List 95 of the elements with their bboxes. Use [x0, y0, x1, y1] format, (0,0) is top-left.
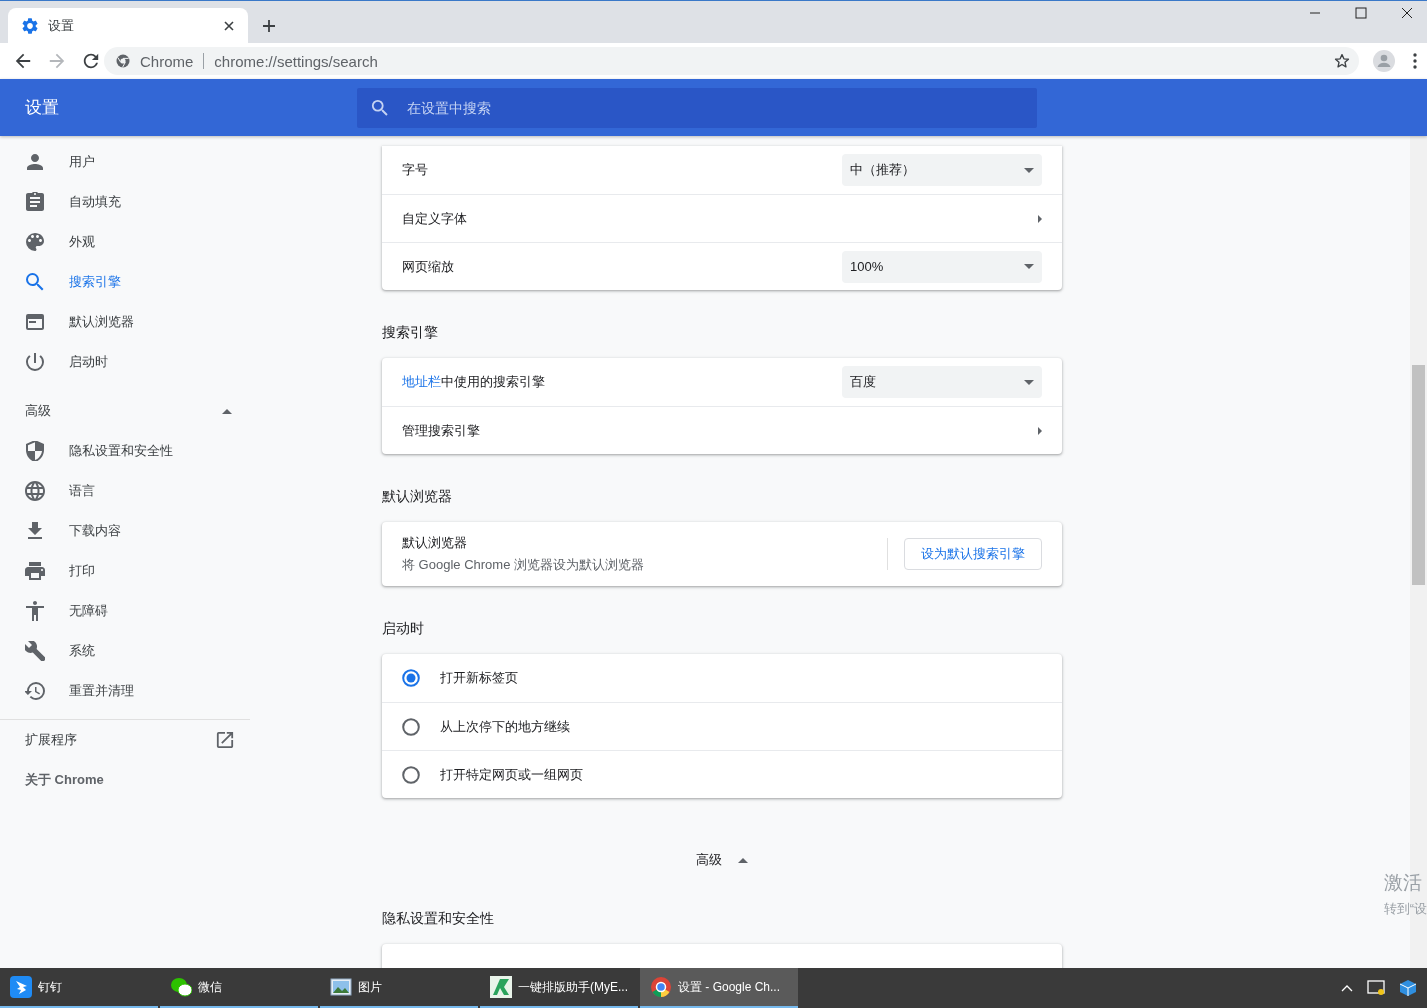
- settings-row[interactable]: 自定义字体: [382, 194, 1062, 242]
- dropdown[interactable]: 百度: [842, 366, 1042, 398]
- link[interactable]: 地址栏: [402, 374, 441, 389]
- person-icon: [25, 152, 45, 172]
- dropdown[interactable]: 100%: [842, 250, 1042, 283]
- reload-icon[interactable]: [82, 52, 100, 70]
- url-text: chrome://settings/search: [214, 52, 379, 70]
- back-arrow-icon[interactable]: [14, 52, 32, 70]
- wrench-icon: [25, 641, 45, 661]
- nav-item[interactable]: 重置并清理: [0, 671, 250, 711]
- taskbar-item[interactable]: 钉钉: [0, 968, 158, 1008]
- accessibility-icon: [25, 601, 45, 621]
- chat-bubbles-icon: [170, 976, 192, 998]
- landscape-icon: [330, 976, 352, 998]
- dropdown-arrow-icon: [1024, 167, 1034, 173]
- caret-icon: [222, 408, 232, 414]
- advanced-toggle[interactable]: 高级: [696, 851, 748, 869]
- nav-item[interactable]: 自动填充: [0, 182, 250, 222]
- maximize-icon[interactable]: [1355, 7, 1367, 19]
- settings-row[interactable]: 管理搜索引擎: [382, 406, 1062, 454]
- dropdown-arrow-icon: [1024, 379, 1034, 385]
- nav-item[interactable]: 外观: [0, 222, 250, 262]
- close-icon[interactable]: [222, 18, 236, 33]
- section-title: 默认浏览器: [382, 487, 452, 506]
- radio-option[interactable]: 打开特定网页或一组网页: [382, 750, 1062, 798]
- search-icon: [371, 98, 389, 117]
- taskbar-item[interactable]: 一键排版助手(MyE...: [480, 968, 638, 1008]
- nav-item[interactable]: 默认浏览器: [0, 302, 250, 342]
- star-icon[interactable]: [1333, 52, 1351, 70]
- site-name: Chrome: [140, 52, 194, 70]
- shield-icon: [25, 441, 45, 461]
- section-title: 搜索引擎: [382, 323, 438, 342]
- advanced-toggle[interactable]: 高级: [0, 391, 250, 431]
- search-icon: [25, 272, 45, 292]
- chevron-up-icon[interactable]: [1341, 984, 1353, 992]
- palette-icon: [25, 232, 45, 252]
- setting-description: 将 Google Chrome 浏览器设为默认浏览器: [402, 556, 645, 574]
- search-input[interactable]: 在设置中搜索: [405, 98, 1023, 117]
- nav-item[interactable]: 搜索引擎: [0, 262, 250, 302]
- history-icon: [25, 681, 45, 701]
- activation-title: 激活: [1383, 871, 1423, 895]
- dropdown[interactable]: 中（推荐）: [842, 154, 1042, 186]
- set-default-button[interactable]: 设为默认搜索引擎: [904, 538, 1042, 570]
- section-title: 启动时: [382, 619, 424, 638]
- radio-button[interactable]: [402, 669, 420, 687]
- browser-logo-icon: [650, 976, 672, 998]
- browser-tab[interactable]: 设置: [8, 8, 248, 43]
- dropdown-arrow-icon: [1024, 264, 1034, 269]
- tab-title: 设置: [48, 16, 75, 35]
- taskbar-item[interactable]: 微信: [160, 968, 318, 1008]
- setting-label: 中使用的搜索引擎: [441, 374, 545, 389]
- nav-item[interactable]: 打印: [0, 551, 250, 591]
- gear-icon: [22, 17, 38, 34]
- avatar-icon[interactable]: [1373, 50, 1395, 72]
- nav-item[interactable]: 系统: [0, 631, 250, 671]
- app-logo-icon: [490, 976, 512, 998]
- close-icon[interactable]: [1401, 7, 1413, 19]
- clipboard-icon: [25, 192, 45, 212]
- radio-button[interactable]: [402, 765, 420, 784]
- printer-icon: [25, 561, 45, 581]
- taskbar-item[interactable]: 图片: [320, 968, 478, 1008]
- caret-icon: [738, 857, 748, 863]
- external-link-icon: [216, 731, 234, 749]
- power-icon: [25, 352, 45, 372]
- site-info-icon: [116, 54, 130, 68]
- menu-icon[interactable]: [1413, 53, 1417, 69]
- nav-item[interactable]: 隐私设置和安全性: [0, 431, 250, 471]
- radio-button[interactable]: [402, 717, 420, 736]
- radio-option[interactable]: 从上次停下的地方继续: [382, 702, 1062, 750]
- nav-item[interactable]: 语言: [0, 471, 250, 511]
- activation-hint: 转到“设: [1383, 900, 1427, 918]
- download-icon: [25, 521, 45, 541]
- nav-item[interactable]: 无障碍: [0, 591, 250, 631]
- new-tab-icon[interactable]: [262, 19, 276, 33]
- extensions-link[interactable]: 扩展程序: [0, 720, 250, 760]
- globe-icon: [25, 481, 45, 501]
- radio-option[interactable]: 打开新标签页: [382, 654, 1062, 702]
- taskbar-item[interactable]: 设置 - Google Ch...: [640, 968, 798, 1008]
- arrow-right-icon: [1038, 426, 1042, 435]
- monitor-icon[interactable]: [1367, 980, 1385, 996]
- setting-label: 字号: [402, 161, 429, 179]
- dingtalk-icon: [10, 976, 32, 998]
- section-title: 隐私设置和安全性: [382, 909, 494, 928]
- setting-label: 网页缩放: [402, 257, 455, 276]
- nav-item[interactable]: 用户: [0, 142, 250, 182]
- about-link[interactable]: 关于 Chrome: [25, 771, 104, 789]
- arrow-right-icon: [1038, 214, 1042, 223]
- browser-window-icon: [25, 312, 45, 332]
- nav-item[interactable]: 启动时: [0, 342, 250, 382]
- nav-item[interactable]: 下载内容: [0, 511, 250, 551]
- address-bar[interactable]: Chrome chrome://settings/search: [104, 47, 1359, 75]
- search-field[interactable]: 在设置中搜索: [357, 87, 1037, 128]
- setting-label: 默认浏览器: [402, 534, 468, 552]
- cube-icon[interactable]: [1399, 979, 1417, 997]
- page-title: 设置: [24, 97, 60, 119]
